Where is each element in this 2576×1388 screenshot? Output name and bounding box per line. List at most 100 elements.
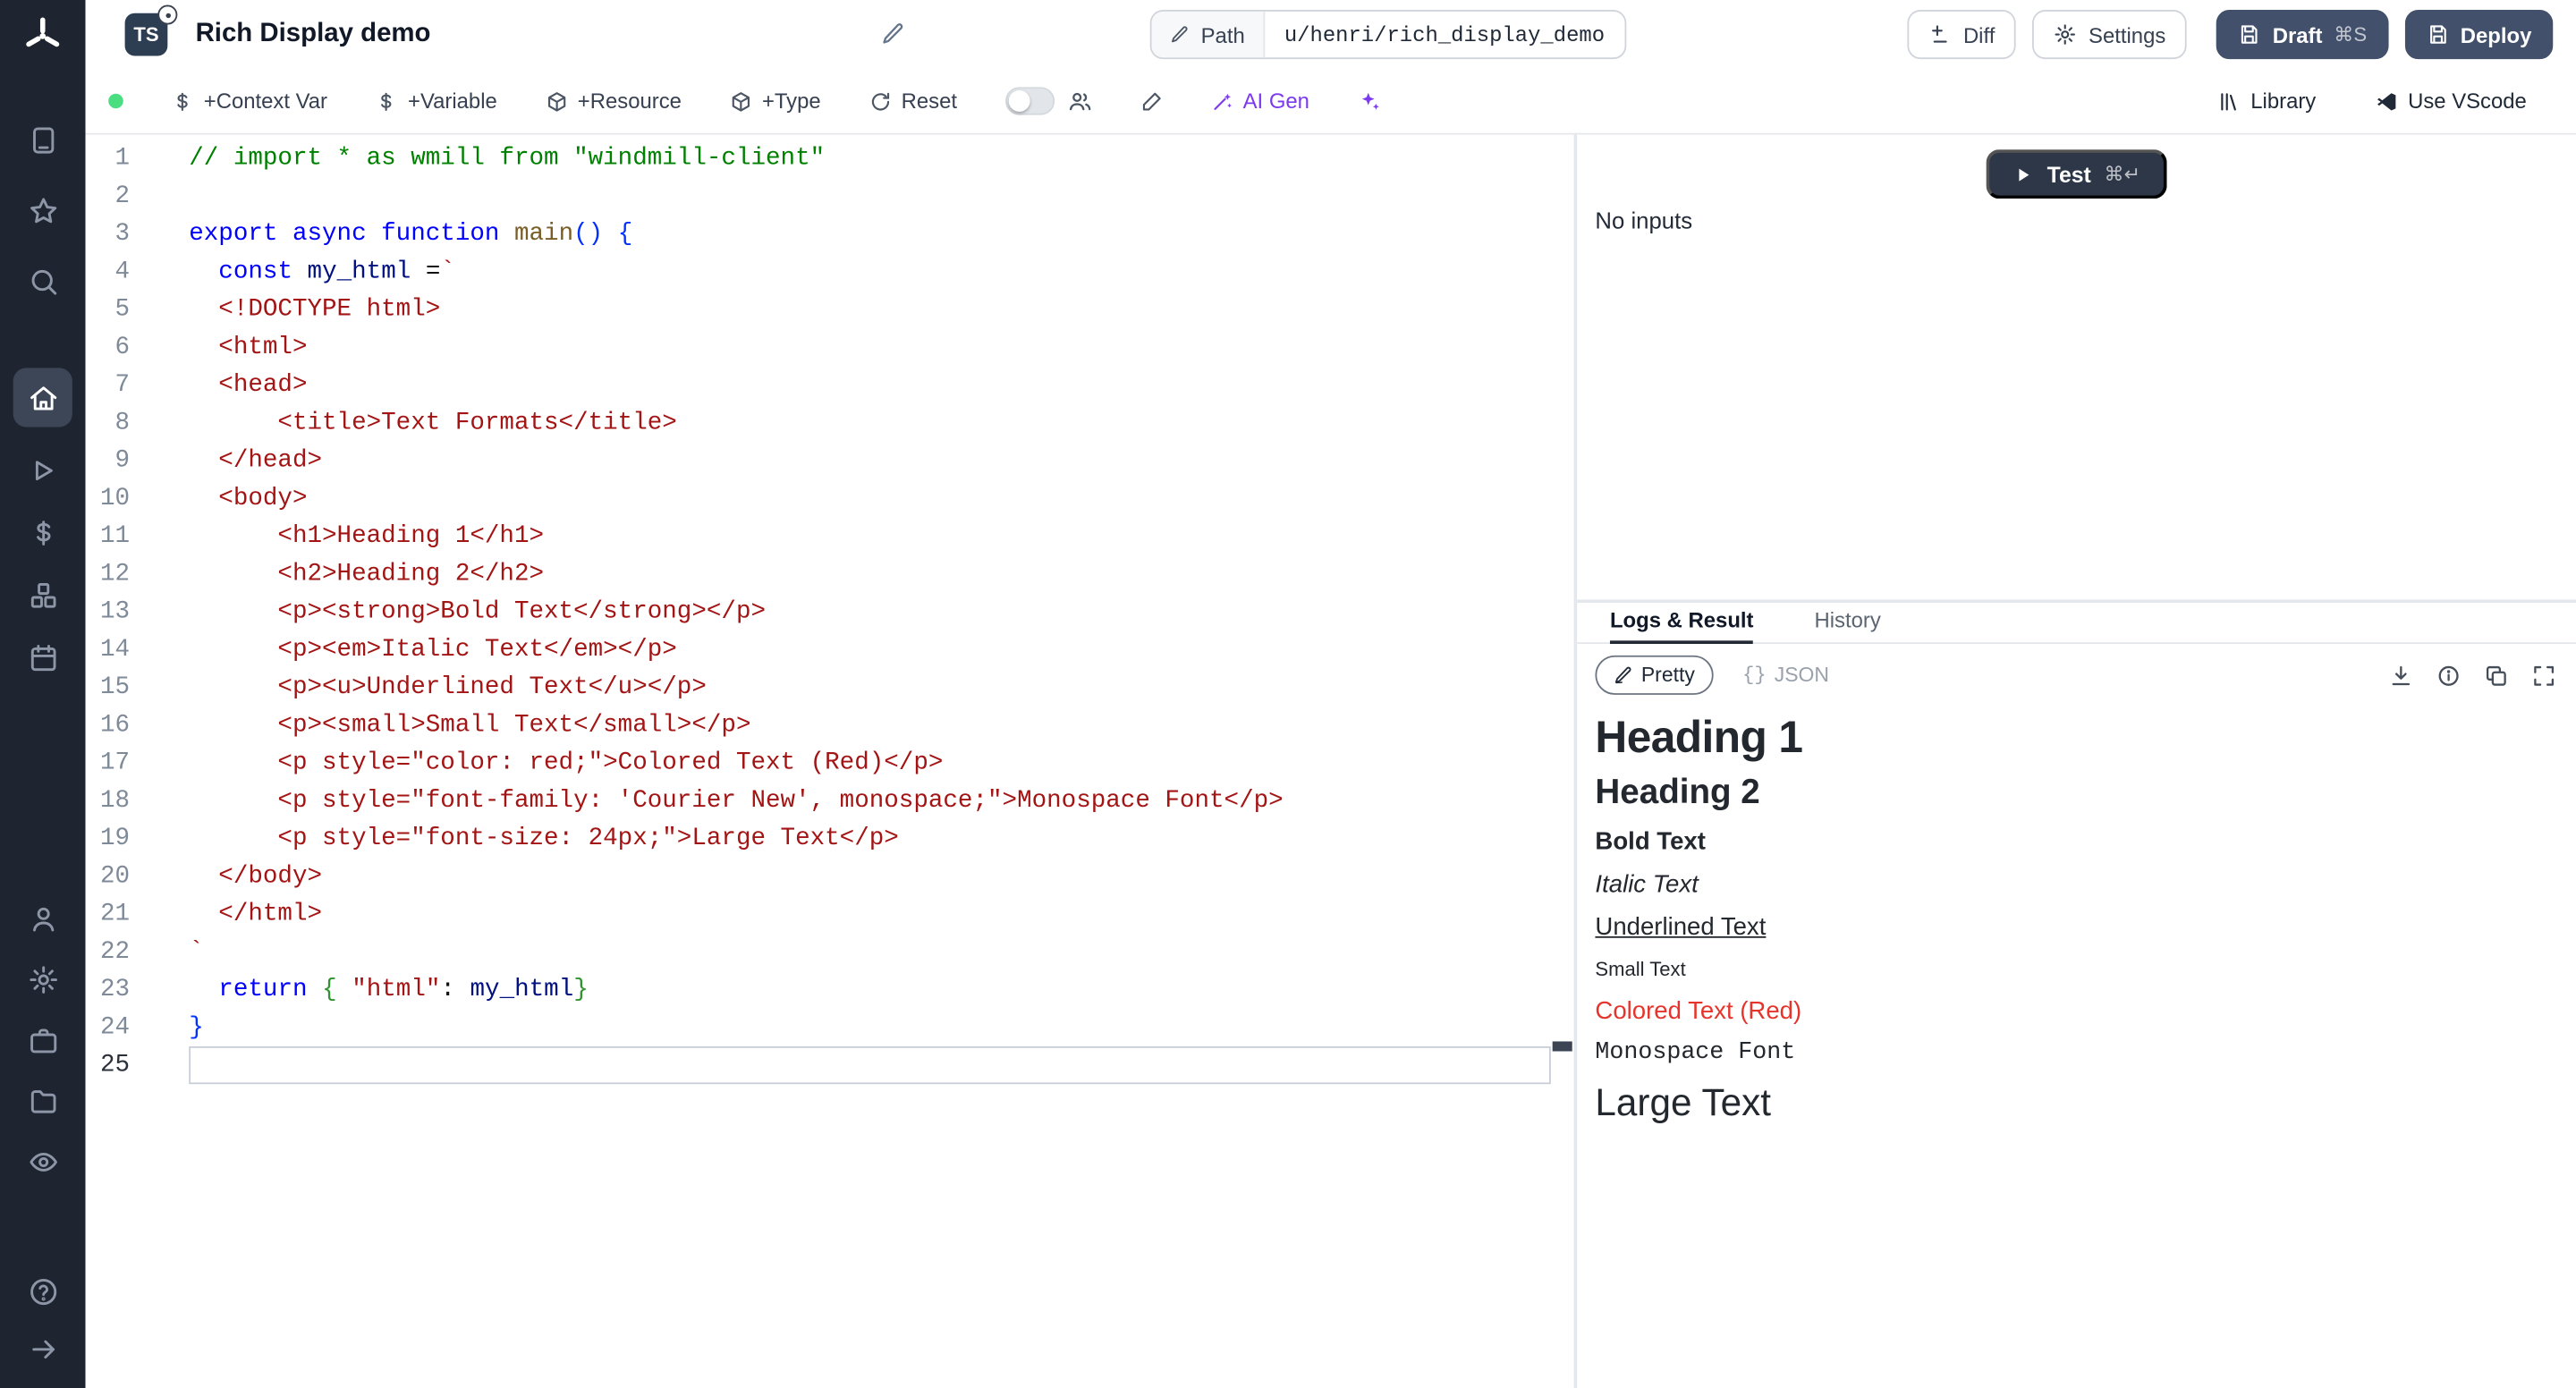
add-resource-button[interactable]: +Resource	[545, 89, 682, 114]
code-line[interactable]: // import * as wmill from "windmill-clie…	[189, 140, 1551, 177]
code-line[interactable]: <html>	[189, 328, 1551, 366]
line-number[interactable]: 4	[86, 253, 190, 291]
line-number[interactable]: 12	[86, 555, 190, 593]
deploy-button[interactable]: Deploy	[2404, 10, 2553, 59]
users-icon[interactable]	[1067, 89, 1092, 114]
copy-icon[interactable]	[2484, 663, 2509, 688]
line-number[interactable]: 2	[86, 177, 190, 215]
blocks-icon[interactable]	[23, 575, 63, 614]
home-icon[interactable]	[13, 368, 72, 427]
line-number[interactable]: 5	[86, 291, 190, 328]
view-mode-json[interactable]: {} JSON	[1724, 656, 1847, 695]
code-line[interactable]: <!DOCTYPE html>	[189, 291, 1551, 328]
line-number[interactable]: 3	[86, 216, 190, 253]
help-circle-icon[interactable]	[23, 1272, 63, 1311]
add-context-var-button[interactable]: +Context Var	[171, 89, 327, 114]
settings-button[interactable]: Settings	[2033, 10, 2188, 59]
line-number[interactable]: 25	[86, 1046, 190, 1084]
code-line[interactable]	[189, 177, 1551, 215]
line-number[interactable]: 9	[86, 442, 190, 479]
line-number[interactable]: 1	[86, 140, 190, 177]
library-button[interactable]: Library	[2218, 89, 2317, 114]
line-number[interactable]: 15	[86, 669, 190, 707]
code-line[interactable]: <p><strong>Bold Text</strong></p>	[189, 593, 1551, 631]
reset-button[interactable]: Reset	[869, 89, 957, 114]
code-line[interactable]: <p><em>Italic Text</em></p>	[189, 631, 1551, 668]
calendar-icon[interactable]	[23, 638, 63, 677]
code-line[interactable]: <body>	[189, 479, 1551, 517]
path-value-input[interactable]: u/henri/rich_display_demo	[1265, 12, 1624, 57]
line-number[interactable]: 14	[86, 631, 190, 668]
code-editor[interactable]: 1234567891011121314151617181920212223242…	[86, 135, 1574, 1388]
tab-history[interactable]: History	[1814, 608, 1880, 643]
download-icon[interactable]	[2389, 663, 2414, 688]
code-line[interactable]: <title>Text Formats</title>	[189, 404, 1551, 442]
code-line[interactable]: </body>	[189, 858, 1551, 895]
line-number[interactable]: 10	[86, 479, 190, 517]
line-number[interactable]: 17	[86, 744, 190, 782]
line-number[interactable]: 7	[86, 367, 190, 404]
line-number[interactable]: 11	[86, 518, 190, 555]
folder-icon[interactable]	[23, 1081, 63, 1121]
add-type-button[interactable]: +Type	[729, 89, 820, 114]
line-number[interactable]: 8	[86, 404, 190, 442]
line-number[interactable]: 20	[86, 858, 190, 895]
line-number[interactable]: 19	[86, 820, 190, 858]
code-line[interactable]: const my_html =`	[189, 253, 1551, 291]
line-number[interactable]: 22	[86, 933, 190, 970]
brush-icon[interactable]	[1140, 89, 1163, 113]
test-button[interactable]: Test ⌘↵	[1987, 149, 2167, 199]
view-mode-pretty[interactable]: Pretty	[1595, 656, 1713, 695]
briefcase-icon[interactable]	[23, 1020, 63, 1060]
star-icon[interactable]	[23, 190, 63, 230]
tab-logs-result[interactable]: Logs & Result	[1610, 608, 1754, 643]
line-number[interactable]: 23	[86, 970, 190, 1008]
line-number[interactable]: 18	[86, 782, 190, 819]
eye-icon[interactable]	[23, 1142, 63, 1181]
code-line[interactable]: return { "html": my_html}	[189, 970, 1551, 1008]
add-variable-button[interactable]: +Variable	[375, 89, 497, 114]
play-icon[interactable]	[23, 450, 63, 489]
line-number[interactable]: 21	[86, 895, 190, 933]
info-icon[interactable]	[2436, 663, 2462, 688]
code-line[interactable]: <p style="font-family: 'Courier New', mo…	[189, 782, 1551, 819]
gear-icon[interactable]	[23, 960, 63, 999]
line-number[interactable]: 6	[86, 328, 190, 366]
result-item-red: Colored Text (Red)	[1595, 997, 2555, 1025]
diff-button[interactable]: Diff	[1907, 10, 2016, 59]
code-line[interactable]: export async function main() {	[189, 216, 1551, 253]
code-line[interactable]: <p><small>Small Text</small></p>	[189, 707, 1551, 744]
code-line[interactable]: <p style="font-size: 24px;">Large Text</…	[189, 820, 1551, 858]
app-window-icon[interactable]	[23, 120, 63, 159]
code-line[interactable]: <head>	[189, 367, 1551, 404]
path-group: Path u/henri/rich_display_demo	[1150, 10, 1626, 59]
line-number[interactable]: 16	[86, 707, 190, 744]
expand-icon[interactable]	[2531, 663, 2556, 688]
dollar-sign-icon[interactable]	[23, 512, 63, 552]
ai-gen-button[interactable]: AI Gen	[1210, 89, 1309, 114]
user-icon[interactable]	[23, 899, 63, 938]
code-line[interactable]: }	[189, 1009, 1551, 1046]
code-line[interactable]: </html>	[189, 895, 1551, 933]
line-number[interactable]: 13	[86, 593, 190, 631]
line-number[interactable]: 24	[86, 1009, 190, 1046]
windmill-logo-icon[interactable]	[21, 15, 64, 58]
code-line[interactable]: `	[189, 933, 1551, 970]
pencil-icon[interactable]	[880, 21, 905, 47]
toggle-switch[interactable]	[1004, 87, 1054, 114]
code-line[interactable]	[189, 1046, 1551, 1084]
result-actions	[2389, 663, 2556, 688]
draft-button[interactable]: Draft ⌘S	[2216, 10, 2388, 59]
code-line[interactable]: <h2>Heading 2</h2>	[189, 555, 1551, 593]
path-edit-button[interactable]: Path	[1152, 12, 1265, 57]
sparkles-icon[interactable]	[1357, 89, 1382, 114]
search-icon[interactable]	[23, 261, 63, 300]
code-line[interactable]: <p><u>Underlined Text</u></p>	[189, 669, 1551, 707]
arrow-right-icon[interactable]	[23, 1329, 63, 1368]
code-line[interactable]: <p style="color: red;">Colored Text (Red…	[189, 744, 1551, 782]
add-type-label: +Type	[762, 89, 821, 114]
code-line[interactable]: <h1>Heading 1</h1>	[189, 518, 1551, 555]
vscode-icon	[2375, 89, 2398, 113]
use-vscode-button[interactable]: Use VScode	[2375, 89, 2526, 114]
code-line[interactable]: </head>	[189, 442, 1551, 479]
